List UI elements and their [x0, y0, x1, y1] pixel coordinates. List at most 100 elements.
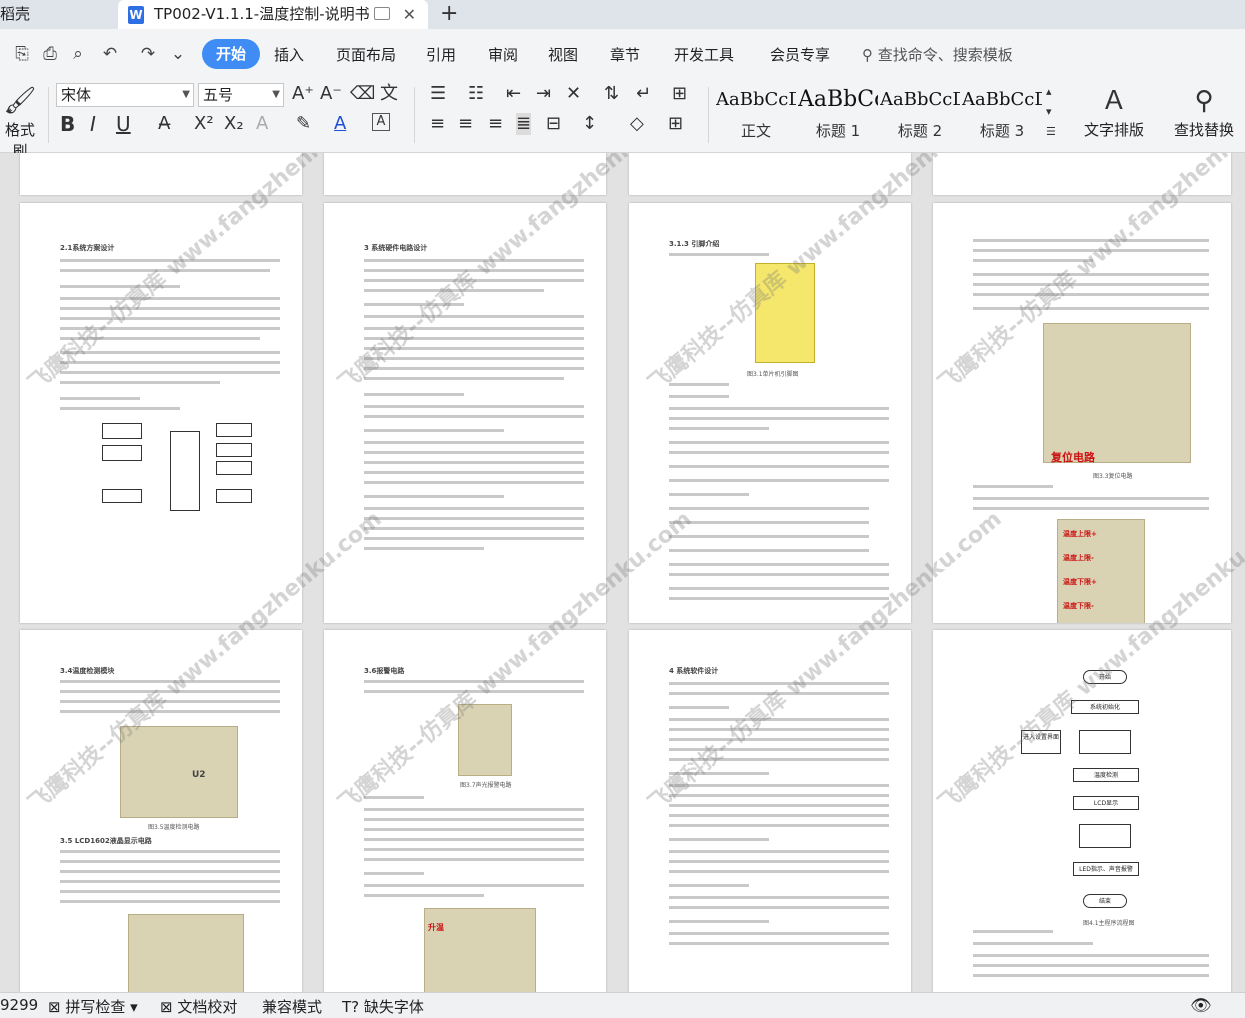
show-marks-icon[interactable]: ↵ [636, 83, 651, 105]
word-count[interactable]: 9299 [0, 996, 38, 1014]
bold-icon[interactable]: B [60, 113, 75, 135]
text-line [669, 706, 729, 709]
text-line [364, 507, 584, 510]
block-diagram-box [216, 423, 252, 437]
undo-icon[interactable]: ↶ [100, 45, 120, 63]
distribute-icon[interactable]: ⊟ [546, 113, 561, 135]
menu-references[interactable]: 引用 [426, 44, 456, 65]
phonetic-icon[interactable]: 文 [380, 83, 398, 105]
indent-icon[interactable]: ⇥ [536, 83, 551, 105]
page-heading: 3.1.3 引脚介绍 [669, 240, 720, 248]
menu-member[interactable]: 会员专享 [770, 44, 830, 65]
text-effect-icon[interactable]: A [256, 113, 268, 135]
block-diagram-box [170, 431, 200, 511]
text-line [669, 479, 889, 482]
subscript-icon[interactable]: X₂ [224, 113, 244, 135]
preview-icon[interactable]: ⌕ [68, 45, 88, 63]
font-missing-icon: T? [342, 998, 364, 1016]
text-line [60, 297, 280, 300]
sort-icon[interactable]: ⇅ [604, 83, 619, 105]
chinese-layout-icon[interactable]: ✕ [566, 83, 581, 105]
brush-icon: 🖌 [3, 86, 37, 116]
divider [48, 87, 49, 143]
styles-scroll-down-icon[interactable]: ▾ [1046, 101, 1052, 123]
menu-bar: ⎘ ⎙ ⌕ ↶ ↷ ⌄ 开始 插入 页面布局 引用 审阅 视图 章节 开发工具 … [0, 29, 1245, 79]
text-line [364, 441, 584, 444]
style-heading-2[interactable]: AaBbCcD 标题 2 [880, 84, 960, 146]
align-left-icon[interactable]: ≡ [430, 113, 445, 135]
styles-scroll-up-icon[interactable]: ▴ [1046, 81, 1052, 103]
text-line [60, 307, 280, 310]
redo-icon[interactable]: ↷ [138, 45, 158, 63]
strikethrough-icon[interactable]: A̶ [158, 113, 170, 135]
font-name-select[interactable]: 宋体 ▼ [56, 83, 194, 107]
print-icon[interactable]: ⎙ [40, 45, 60, 63]
monitor-icon[interactable] [374, 7, 390, 20]
text-line [669, 784, 889, 787]
outdent-icon[interactable]: ⇤ [506, 83, 521, 105]
border-icon[interactable]: ⊞ [668, 113, 683, 135]
spell-check-button[interactable]: ⊠ 拼写检查 ▾ [48, 996, 138, 1017]
menu-view[interactable]: 视图 [548, 44, 578, 65]
missing-font-button[interactable]: T? 缺失字体 [342, 996, 424, 1017]
figure-caption: 图3.1单片机引脚图 [747, 371, 799, 378]
shading-icon[interactable]: ◇ [630, 113, 644, 135]
chevron-down-icon: ▼ [272, 89, 280, 100]
document-icon: W [128, 6, 144, 24]
highlight-icon[interactable]: ✎ [296, 113, 311, 135]
new-tab-button[interactable]: + [440, 0, 458, 27]
text-line [669, 587, 889, 590]
command-search[interactable]: ⚲ 查找命令、搜索模板 [862, 44, 1013, 65]
menu-layout[interactable]: 页面布局 [336, 44, 396, 65]
styles-expand-icon[interactable]: ☰ [1046, 121, 1056, 143]
line-spacing-icon[interactable]: ↕ [582, 113, 597, 135]
text-line [60, 900, 280, 903]
close-icon[interactable]: ✕ [403, 0, 416, 29]
block-diagram-box [216, 489, 252, 503]
save-icon[interactable]: ⎘ [12, 45, 32, 63]
text-line [364, 828, 584, 831]
style-normal[interactable]: AaBbCcDd正文 [716, 84, 796, 146]
justify-icon[interactable]: ≣ [516, 113, 532, 135]
chevron-down-icon[interactable]: ⌄ [168, 45, 188, 63]
text-line [669, 493, 749, 496]
table-tools-icon[interactable]: ⊞ [672, 83, 687, 105]
tab-docer[interactable]: 稻壳 [0, 0, 118, 29]
compat-mode[interactable]: 兼容模式 [262, 996, 322, 1017]
divider [708, 87, 709, 143]
menu-developer[interactable]: 开发工具 [674, 44, 734, 65]
font-color-icon[interactable]: A [334, 113, 346, 135]
underline-icon[interactable]: U [116, 113, 131, 135]
clear-format-icon[interactable]: ⌫ [350, 83, 375, 105]
style-heading-3[interactable]: AaBbCcD 标题 3 [962, 84, 1042, 146]
style-heading-1[interactable]: AaBbCc 标题 1 [798, 84, 878, 146]
align-center-icon[interactable]: ≡ [458, 113, 473, 135]
font-size-select[interactable]: 五号 ▼ [198, 83, 284, 107]
document-workspace[interactable]: 2.1系统方案设计 3 系统硬件电路设计 3.1.3 引脚介绍 图3.1单片机引… [0, 153, 1245, 992]
superscript-icon[interactable]: X² [194, 113, 214, 135]
char-border-icon[interactable]: A [372, 113, 390, 131]
doc-check-button[interactable]: ⊠ 文档校对 [160, 996, 237, 1017]
bullet-list-icon[interactable]: ☰ [430, 83, 446, 105]
temp-sensor-figure [120, 726, 238, 818]
text-layout-button[interactable]: Ａ 文字排版 [1076, 83, 1152, 140]
italic-icon[interactable]: I [90, 113, 96, 135]
menu-home[interactable]: 开始 [202, 39, 261, 69]
shrink-font-icon[interactable]: A⁻ [320, 83, 342, 105]
numbered-list-icon[interactable]: ☷ [468, 83, 484, 105]
format-painter-button[interactable]: 🖌 格式刷 [0, 83, 40, 161]
text-line [364, 818, 584, 821]
menu-insert[interactable]: 插入 [274, 44, 304, 65]
text-line [973, 974, 1209, 977]
tab-document[interactable]: W TP002-V1.1.1-温度控制-说明书 ✕ [118, 0, 428, 29]
text-line [364, 838, 584, 841]
figure-caption: 图3.7声光报警电路 [460, 782, 512, 789]
menu-chapter[interactable]: 章节 [610, 44, 640, 65]
menu-review[interactable]: 审阅 [488, 44, 518, 65]
align-right-icon[interactable]: ≡ [488, 113, 503, 135]
magnifier-icon: ⚲ [1194, 86, 1214, 116]
grow-font-icon[interactable]: A⁺ [292, 83, 314, 105]
eye-protection-icon[interactable]: 👁 [1190, 996, 1212, 1016]
find-replace-button[interactable]: ⚲ 查找替换 [1166, 83, 1242, 140]
text-line [364, 451, 584, 454]
